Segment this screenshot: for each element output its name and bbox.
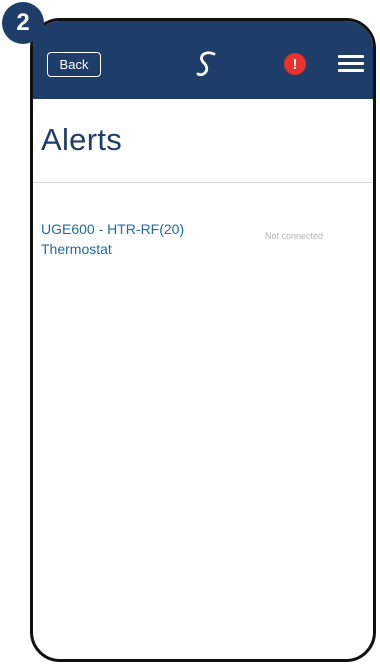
app-header: Back !: [33, 21, 373, 99]
alert-device-name[interactable]: UGE600 - HTR-RF(20) Thermostat: [41, 219, 221, 259]
step-number-badge: 2: [2, 2, 44, 44]
alert-status-text: Not connected: [265, 231, 324, 241]
back-button[interactable]: Back: [47, 52, 101, 77]
salus-logo-icon[interactable]: [193, 49, 221, 79]
phone-frame: Back ! Alerts UGE600 - HTR-RF(20) Thermo…: [30, 18, 376, 662]
hamburger-menu-icon[interactable]: [338, 55, 364, 73]
alert-list-item[interactable]: UGE600 - HTR-RF(20) Thermostat Not conne…: [33, 219, 373, 269]
page-title: Alerts: [41, 122, 123, 157]
device-type-label: Thermostat: [41, 241, 112, 257]
alert-icon[interactable]: !: [284, 53, 306, 75]
divider: [33, 182, 373, 183]
device-model-label: UGE600 - HTR-RF(20): [41, 221, 185, 237]
